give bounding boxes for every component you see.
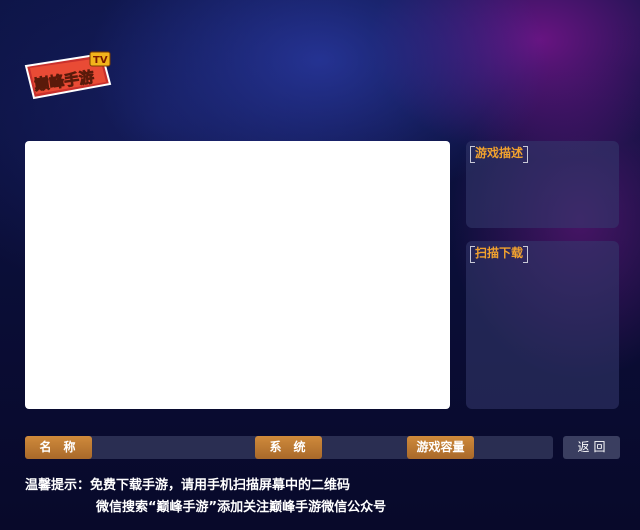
tip-line-1: 温馨提示：免费下载手游，请用手机扫描屏幕中的二维码 [25, 478, 351, 493]
logo-graphic: 巅峰手游 TV [24, 51, 112, 100]
scan-download-panel: 扫描下载 [466, 241, 619, 409]
logo-badge: TV [93, 55, 108, 66]
system-label: 系统 [255, 436, 322, 459]
scan-download-title: 扫描下载 [470, 245, 529, 263]
back-button[interactable]: 返回 [563, 436, 620, 459]
name-label: 名称 [25, 436, 92, 459]
app-logo: 巅峰手游 TV [24, 50, 112, 104]
game-description-panel: 游戏描述 [466, 141, 619, 228]
tip-line-2: 微信搜索“巅峰手游”添加关注巅峰手游微信公众号 [96, 500, 387, 515]
capacity-label: 游戏容量 [407, 436, 474, 459]
game-description-title: 游戏描述 [470, 145, 529, 163]
video-player[interactable] [25, 141, 450, 409]
